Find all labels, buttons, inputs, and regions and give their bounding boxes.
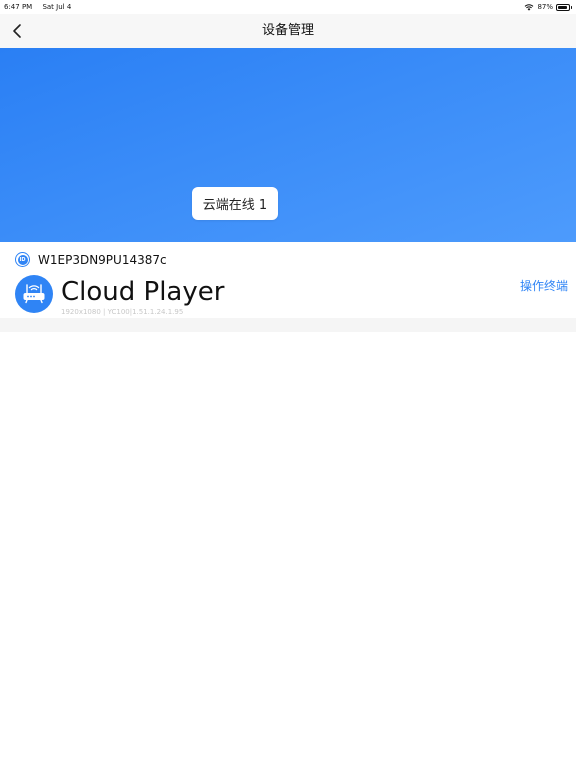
status-banner: 云端在线 1 xyxy=(0,48,576,242)
battery-icon xyxy=(556,3,572,11)
status-bar: 6:47 PM Sat Jul 4 87% xyxy=(0,0,576,14)
device-name: Cloud Player xyxy=(61,277,225,307)
screen: 6:47 PM Sat Jul 4 87% 设备管理 云端在线 1 ID W1E… xyxy=(0,0,576,768)
section-divider xyxy=(0,318,576,332)
device-card[interactable]: ID W1EP3DN9PU14387c Cloud Player 1920x10… xyxy=(0,242,576,318)
router-icon xyxy=(15,275,53,313)
wifi-icon xyxy=(525,4,534,11)
status-time: 6:47 PM xyxy=(4,3,33,11)
id-badge-icon: ID xyxy=(15,252,30,267)
battery-fill xyxy=(558,5,567,9)
battery-percent: 87% xyxy=(537,3,553,11)
status-date: Sat Jul 4 xyxy=(42,3,72,11)
operate-terminal-button[interactable]: 操作终端 xyxy=(520,277,568,294)
status-left: 6:47 PM Sat Jul 4 xyxy=(4,0,79,14)
page-title: 设备管理 xyxy=(261,23,314,38)
cloud-online-badge[interactable]: 云端在线 1 xyxy=(192,187,278,220)
device-id-row: ID W1EP3DN9PU14387c xyxy=(15,252,167,267)
nav-bar: 设备管理 xyxy=(0,14,576,48)
device-spec: 1920x1080 | YC100|1.51.1.24.1.95 xyxy=(61,308,184,316)
device-id: W1EP3DN9PU14387c xyxy=(38,252,167,267)
status-right: 87% xyxy=(524,0,572,14)
